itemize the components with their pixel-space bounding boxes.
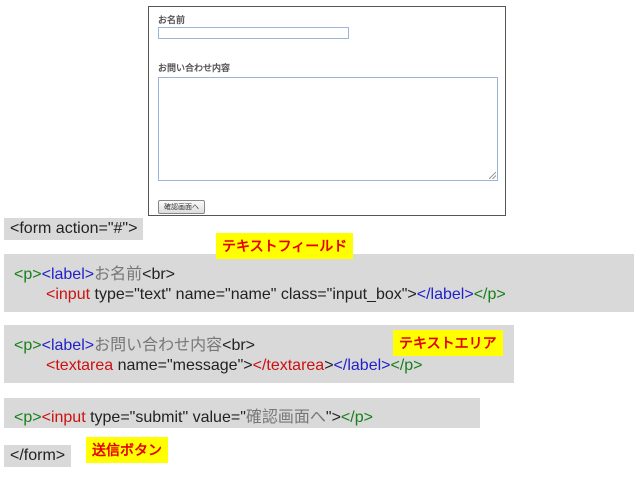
- callout-submit: 送信ボタン: [86, 419, 168, 463]
- input-attrs: type="submit" value=": [85, 409, 246, 426]
- label-open-tag: <label>: [41, 266, 95, 283]
- resize-grip-icon[interactable]: [489, 172, 496, 179]
- p-close-tag: </p>: [340, 409, 373, 426]
- code-block-textfield: <p><label>お名前<br> <input type="text" nam…: [4, 254, 634, 312]
- textarea-attrs: name="message">: [113, 357, 253, 374]
- p-open-tag: <p>: [14, 337, 42, 354]
- textarea-close-tag: </textarea: [252, 357, 325, 374]
- code-line: <p><input type="submit" value="確認画面へ"></…: [14, 403, 373, 427]
- input-tag: <input: [41, 409, 86, 426]
- label-text: お名前: [94, 264, 143, 283]
- code-block-submit: <p><input type="submit" value="確認画面へ"></…: [4, 398, 480, 428]
- preview-message-label: お問い合わせ内容: [158, 64, 231, 74]
- input-attrs: type="text" name="name" class="input_box…: [90, 286, 417, 303]
- input-tag: <input: [46, 286, 91, 303]
- callout-textfield: テキストフィールド: [216, 233, 354, 281]
- p-open-tag: <p>: [14, 409, 42, 426]
- callout-submit-text: 送信ボタン: [92, 443, 162, 459]
- code-line: <p><label>お問い合わせ内容<br>: [14, 331, 255, 355]
- p-close-tag: </p>: [473, 286, 506, 303]
- label-close-tag: </label>: [333, 357, 391, 374]
- br-tag: <br>: [222, 337, 256, 354]
- form-close-tag: </form>: [4, 445, 72, 467]
- preview-name-label: お名前: [158, 16, 186, 26]
- p-close-tag: </p>: [390, 357, 423, 374]
- label-open-tag: <label>: [41, 337, 95, 354]
- label-text: お問い合わせ内容: [94, 335, 223, 354]
- br-tag: <br>: [142, 266, 176, 283]
- end-attrs: ">: [325, 409, 341, 426]
- form-preview: お名前 お問い合わせ内容 確認画面へ: [148, 6, 506, 216]
- value-text: 確認画面へ: [245, 407, 326, 426]
- code-line: <p><label>お名前<br>: [14, 260, 175, 284]
- preview-name-input[interactable]: [158, 27, 349, 39]
- code-line: <textarea name="message"></textarea></la…: [46, 357, 423, 375]
- form-open-tag: <form action="#">: [4, 218, 144, 240]
- callout-textarea: テキストエリア: [365, 330, 503, 366]
- p-open-tag: <p>: [14, 266, 42, 283]
- textarea-open-tag: <textarea: [46, 357, 114, 374]
- callout-textfield-text: テキストフィールド: [222, 239, 348, 255]
- preview-message-textarea[interactable]: [158, 77, 498, 181]
- code-line: <input type="text" name="name" class="in…: [46, 286, 506, 304]
- label-close-tag: </label>: [416, 286, 474, 303]
- gt-symbol: >: [324, 357, 334, 374]
- callout-textarea-text: テキストエリア: [399, 336, 497, 352]
- preview-submit-button[interactable]: 確認画面へ: [158, 200, 205, 214]
